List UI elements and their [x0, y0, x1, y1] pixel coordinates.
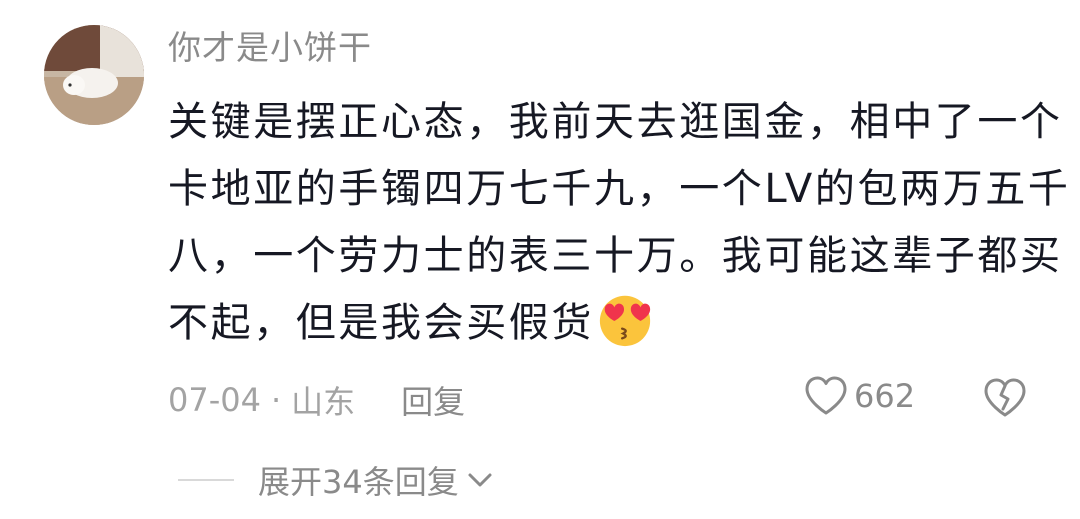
like-button[interactable]: 662 — [804, 376, 915, 416]
comment-text: 关键是摆正心态，我前天去逛国金，相中了一个 卡地亚的手镯四万七千九，一个LV的包… — [168, 89, 1071, 357]
comment-location: 山东 — [291, 383, 356, 421]
avatar-image — [44, 25, 144, 125]
username[interactable]: 你才是小饼干 — [168, 26, 372, 70]
comment-line: 关键是摆正心态，我前天去逛国金，相中了一个 — [168, 99, 1063, 145]
comment-date: 07-04 — [168, 381, 261, 419]
comment-line: 八，一个劳力士的表三十万。我可能这辈子都买 — [168, 233, 1063, 279]
heart-outline-icon — [805, 376, 847, 415]
chevron-down-icon — [468, 473, 492, 487]
expand-replies-label: 展开34条回复 — [258, 463, 459, 501]
dislike-button[interactable] — [982, 378, 1028, 422]
expand-replies-button[interactable]: 展开34条回复 — [178, 458, 495, 502]
comment-line: 卡地亚的手镯四万七千九，一个LV的包两万五千 — [168, 166, 1071, 212]
heart-eyes-emoji-icon — [599, 295, 651, 347]
like-count: 662 — [854, 377, 916, 415]
comment-meta: 07-04 · 山东 回复 — [168, 378, 465, 422]
comment-item: 你才是小饼干 关键是摆正心态，我前天去逛国金，相中了一个 卡地亚的手镯四万七千九… — [0, 0, 1080, 519]
meta-separator: · — [270, 381, 282, 419]
comment-line-last: 不起，但是我会买假货 — [168, 290, 1048, 357]
comment-line: 不起，但是我会买假货 — [168, 300, 594, 346]
divider-line — [178, 479, 234, 481]
reply-button[interactable]: 回复 — [401, 377, 465, 423]
avatar[interactable] — [44, 25, 144, 125]
broken-heart-icon — [984, 378, 1026, 417]
